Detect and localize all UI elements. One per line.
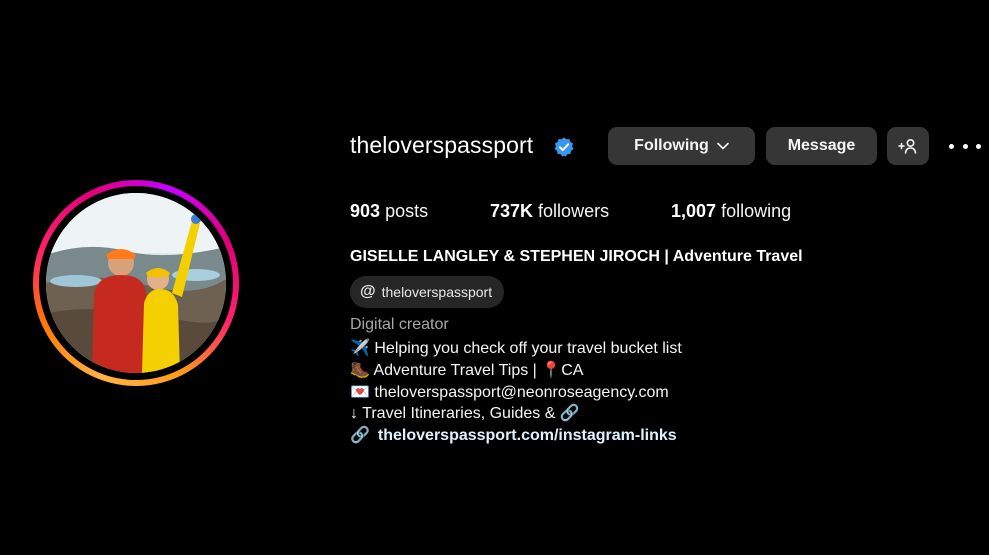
following-button-label: Following [634, 137, 709, 154]
add-user-button[interactable] [887, 127, 929, 165]
posts-stat: 903 posts [350, 201, 428, 222]
message-button[interactable]: Message [766, 127, 877, 165]
following-label: following [721, 201, 792, 221]
threads-icon: @ [360, 283, 376, 300]
bio-line: ✈️ Helping you check off your travel buc… [350, 340, 682, 357]
more-dot [976, 143, 981, 149]
add-user-icon [898, 138, 917, 154]
following-count: 1,007 [671, 201, 717, 221]
profile-photo [46, 193, 226, 373]
username: theloverspassport [350, 132, 534, 158]
threads-handle: theloverspassport [381, 284, 493, 300]
bio-line: ↓ Travel Itineraries, Guides & 🔗 [350, 405, 580, 422]
full-name: GISELLE LANGLEY & STEPHEN JIROCH | Adven… [350, 248, 803, 265]
more-dot [949, 143, 954, 149]
more-options-button[interactable] [949, 135, 981, 157]
bio-link-text: theloverspassport.com/instagram-links [377, 427, 677, 444]
link-icon: 🔗 [350, 427, 370, 444]
posts-label: posts [385, 201, 429, 221]
followers-label: followers [538, 201, 610, 221]
threads-badge[interactable]: @ theloverspassport [350, 276, 505, 308]
story-ring[interactable] [33, 180, 239, 386]
following-button[interactable]: Following [608, 127, 755, 165]
more-dot [962, 143, 968, 149]
bio-line: 💌 theloverspassport@neonroseagency.com [350, 384, 669, 401]
following-stat[interactable]: 1,007 following [671, 201, 791, 222]
followers-count: 737K [490, 201, 534, 221]
verified-badge-icon [554, 137, 574, 157]
chevron-down-icon [717, 137, 729, 155]
avatar[interactable] [46, 193, 226, 373]
category-label: Digital creator [350, 316, 449, 333]
posts-count: 903 [350, 201, 381, 221]
bio-line: 🥾 Adventure Travel Tips | 📍CA [350, 362, 584, 379]
message-button-label: Message [787, 137, 856, 154]
bio-link[interactable]: 🔗 theloverspassport.com/instagram-links [350, 425, 677, 445]
followers-stat[interactable]: 737K followers [490, 201, 609, 222]
